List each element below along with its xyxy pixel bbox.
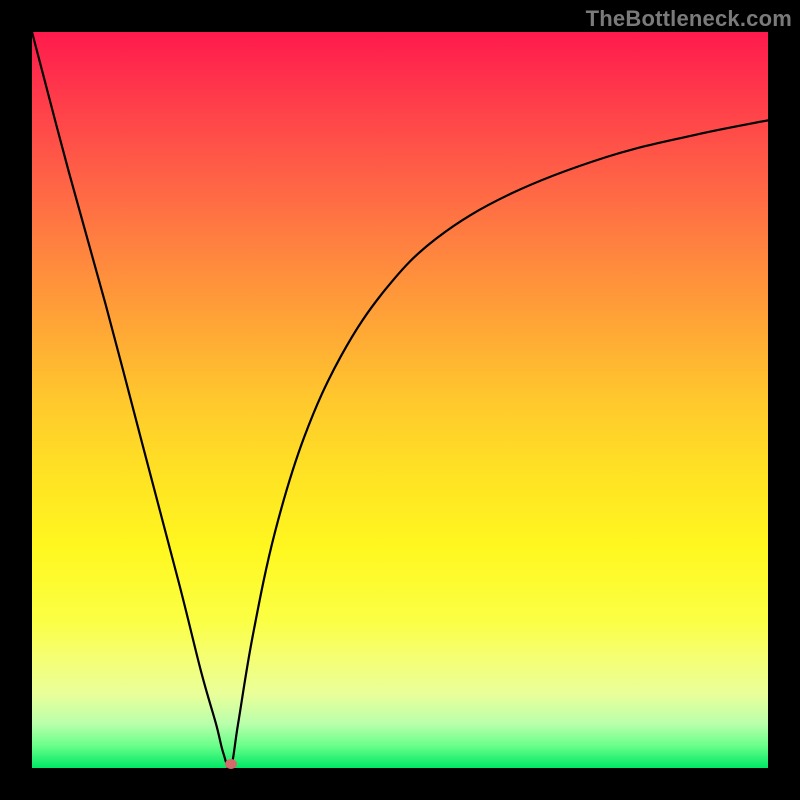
watermark-text: TheBottleneck.com: [586, 6, 792, 32]
minimum-marker: [225, 759, 237, 769]
chart-frame: TheBottleneck.com: [0, 0, 800, 800]
curve-svg: [32, 32, 768, 768]
bottleneck-curve: [32, 32, 768, 768]
